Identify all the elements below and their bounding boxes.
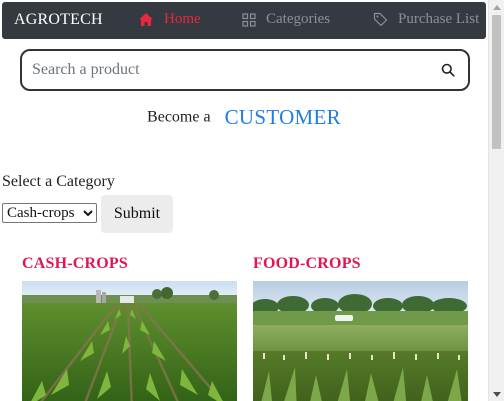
search-icon: [441, 63, 455, 77]
scrollbar-thumb[interactable]: [492, 15, 501, 149]
brand-logo[interactable]: AGROTECH: [14, 11, 103, 29]
search-button[interactable]: [428, 51, 468, 89]
card-image-food-crops[interactable]: [253, 281, 468, 401]
become-text: Become a: [147, 108, 211, 126]
become-customer-banner: Become a CUSTOMER: [0, 105, 488, 130]
tag-icon: [373, 12, 388, 27]
nav-item-label: Categories: [266, 11, 331, 27]
card-image-cash-crops[interactable]: [22, 281, 237, 401]
nav-item-label: Purchase List: [398, 11, 480, 27]
cornfield-rows-photo: [22, 281, 237, 401]
scroll-down-arrow-icon[interactable]: [489, 387, 504, 401]
nav-item-label: Home: [164, 11, 201, 27]
submit-button[interactable]: Submit: [101, 195, 173, 233]
customer-link[interactable]: CUSTOMER: [225, 105, 341, 129]
search-input[interactable]: [22, 51, 428, 89]
vertical-scrollbar[interactable]: [488, 0, 504, 401]
scroll-up-arrow-icon[interactable]: [489, 0, 504, 14]
field-with-trees-photo: [253, 281, 468, 401]
nav-item-home[interactable]: Home: [138, 11, 201, 28]
category-select[interactable]: Cash-crops: [2, 203, 97, 223]
category-label: Select a Category: [2, 173, 115, 190]
grid-icon: [242, 12, 256, 27]
page-viewport: AGROTECH Home Categories Purchase List S…: [0, 0, 488, 401]
nav-item-purchase-list[interactable]: Purchase List: [373, 11, 479, 28]
search-bar: [20, 49, 470, 91]
card-title-food-crops[interactable]: FOOD-CROPS: [253, 255, 361, 273]
nav-item-categories[interactable]: Categories: [242, 11, 330, 28]
card-title-cash-crops[interactable]: CASH-CROPS: [22, 255, 128, 273]
home-icon: [139, 13, 153, 26]
top-navbar: AGROTECH Home Categories Purchase List: [2, 2, 486, 39]
